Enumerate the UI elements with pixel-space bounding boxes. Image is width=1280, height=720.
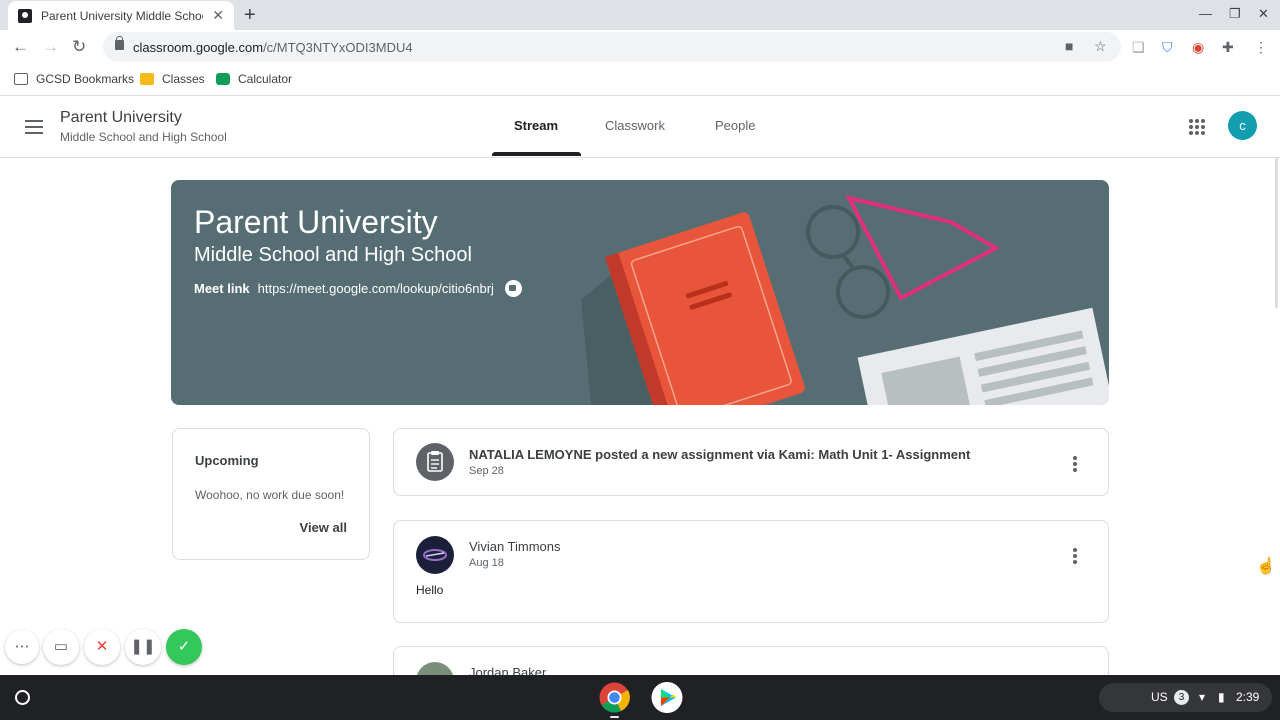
tab-title: Parent University Middle School xyxy=(41,8,203,23)
bookmark-gcsd[interactable]: GCSD Bookmarks xyxy=(14,72,134,86)
assignment-icon xyxy=(416,443,454,481)
forward-icon[interactable]: → xyxy=(42,37,59,57)
menu-kebab-icon[interactable]: ⋮ xyxy=(1254,39,1268,56)
post-options-icon[interactable] xyxy=(1073,548,1077,566)
upcoming-title: Upcoming xyxy=(195,453,259,468)
post-title[interactable]: NATALIA LEMOYNE posted a new assignment … xyxy=(469,447,970,462)
bookmark-label: Calculator xyxy=(238,72,293,86)
extension-copy-icon[interactable]: ❏ xyxy=(1132,39,1145,56)
class-title[interactable]: Parent University xyxy=(60,109,182,127)
keyboard-locale: US xyxy=(1151,690,1168,704)
browser-tab[interactable]: Parent University Middle School ✕ xyxy=(8,1,234,30)
bookmark-classes[interactable]: Classes xyxy=(140,72,205,86)
bookmarks-bar: GCSD Bookmarks Classes Calculator xyxy=(0,64,1280,96)
bookmark-label: Classes xyxy=(162,72,205,86)
active-tab-indicator xyxy=(492,152,581,156)
minimize-icon[interactable]: — xyxy=(1199,6,1212,21)
post-author: Vivian Timmons xyxy=(469,539,561,554)
mouse-cursor-icon: ☝ xyxy=(1256,558,1276,575)
lock-icon xyxy=(115,36,124,50)
folder-icon xyxy=(14,73,28,85)
banner-subtitle: Middle School and High School xyxy=(194,244,472,266)
post-date: Aug 18 xyxy=(469,557,504,569)
video-camera-icon[interactable] xyxy=(504,280,522,297)
battery-icon: ▮ xyxy=(1218,690,1225,704)
bookmark-star-icon[interactable]: ☆ xyxy=(1094,38,1107,55)
status-tray[interactable]: US 3 ▾ ▮ 2:39 xyxy=(1099,683,1272,712)
chrome-icon[interactable] xyxy=(599,682,630,713)
user-avatar xyxy=(416,536,454,574)
class-banner: Parent University Middle School and High… xyxy=(171,180,1109,405)
post-body: Hello xyxy=(416,583,444,597)
classroom-icon xyxy=(140,73,154,85)
classroom-header: Parent University Middle School and High… xyxy=(0,97,1280,158)
recorder-finish-icon[interactable]: ✓ xyxy=(166,629,202,665)
system-shelf: ✎ US 3 ▾ ▮ 2:39 xyxy=(0,675,1280,720)
extension-shield-icon[interactable]: ⛉ xyxy=(1162,39,1173,56)
stream-post-assignment[interactable]: NATALIA LEMOYNE posted a new assignment … xyxy=(393,428,1109,496)
meet-link-row: Meet link https://meet.google.com/lookup… xyxy=(194,280,522,297)
tab-people[interactable]: People xyxy=(715,118,755,133)
tab-stream[interactable]: Stream xyxy=(514,118,558,133)
address-bar[interactable]: classroom.google.com/c/MTQ3NTYxODI3MDU4 … xyxy=(103,32,1121,62)
banner-title[interactable]: Parent University xyxy=(194,204,438,241)
tab-strip: Parent University Middle School ✕ + — ❐ … xyxy=(0,0,1280,30)
reload-icon[interactable]: ↻ xyxy=(72,37,86,57)
launcher-icon[interactable] xyxy=(15,690,30,705)
clock: 2:39 xyxy=(1236,690,1260,704)
recorder-cancel-icon[interactable]: ✕ xyxy=(84,629,120,665)
calculator-icon xyxy=(216,73,230,85)
classroom-favicon-icon xyxy=(18,8,32,23)
url-text: classroom.google.com/c/MTQ3NTYxODI3MDU4 xyxy=(133,40,413,55)
bookmark-label: GCSD Bookmarks xyxy=(36,72,135,86)
close-window-icon[interactable]: ✕ xyxy=(1258,6,1269,22)
recorder-camera-icon[interactable]: ▭ xyxy=(43,629,79,665)
camera-icon[interactable]: ■ xyxy=(1065,38,1073,54)
recorder-pause-icon[interactable]: ❚❚ xyxy=(125,629,161,665)
meet-link-url[interactable]: https://meet.google.com/lookup/citio6nbr… xyxy=(258,281,494,296)
back-icon[interactable]: ← xyxy=(12,37,29,57)
restore-icon[interactable]: ❐ xyxy=(1229,6,1241,22)
main-menu-icon[interactable] xyxy=(25,120,43,134)
account-avatar[interactable]: c xyxy=(1228,111,1257,140)
wifi-icon: ▾ xyxy=(1199,690,1206,704)
meet-link-label: Meet link xyxy=(194,281,250,296)
stream-post-announcement[interactable]: Vivian Timmons Aug 18 Hello xyxy=(393,520,1109,623)
view-all-link[interactable]: View all xyxy=(300,520,347,535)
upcoming-message: Woohoo, no work due soon! xyxy=(195,488,345,502)
upcoming-card: Upcoming Woohoo, no work due soon! View … xyxy=(172,428,370,560)
bookmark-calculator[interactable]: Calculator xyxy=(216,72,292,86)
close-tab-icon[interactable]: ✕ xyxy=(212,7,224,24)
recorder-more-icon[interactable]: ⋯ xyxy=(5,630,39,664)
google-apps-icon[interactable] xyxy=(1189,119,1205,135)
post-date: Sep 28 xyxy=(469,465,504,477)
play-store-icon[interactable] xyxy=(651,682,683,713)
post-options-icon[interactable] xyxy=(1073,456,1077,474)
new-tab-button[interactable]: + xyxy=(244,4,256,27)
class-subtitle: Middle School and High School xyxy=(60,130,227,144)
extensions-puzzle-icon[interactable]: ✚ xyxy=(1222,39,1234,56)
active-app-indicator xyxy=(610,716,619,718)
page-scrollbar[interactable] xyxy=(1275,158,1278,308)
tab-classwork[interactable]: Classwork xyxy=(605,118,665,133)
browser-toolbar: ← → ↻ classroom.google.com/c/MTQ3NTYxODI… xyxy=(0,30,1280,64)
extension-red-icon[interactable]: ◉ xyxy=(1192,39,1204,56)
notification-count-badge: 3 xyxy=(1174,690,1189,705)
